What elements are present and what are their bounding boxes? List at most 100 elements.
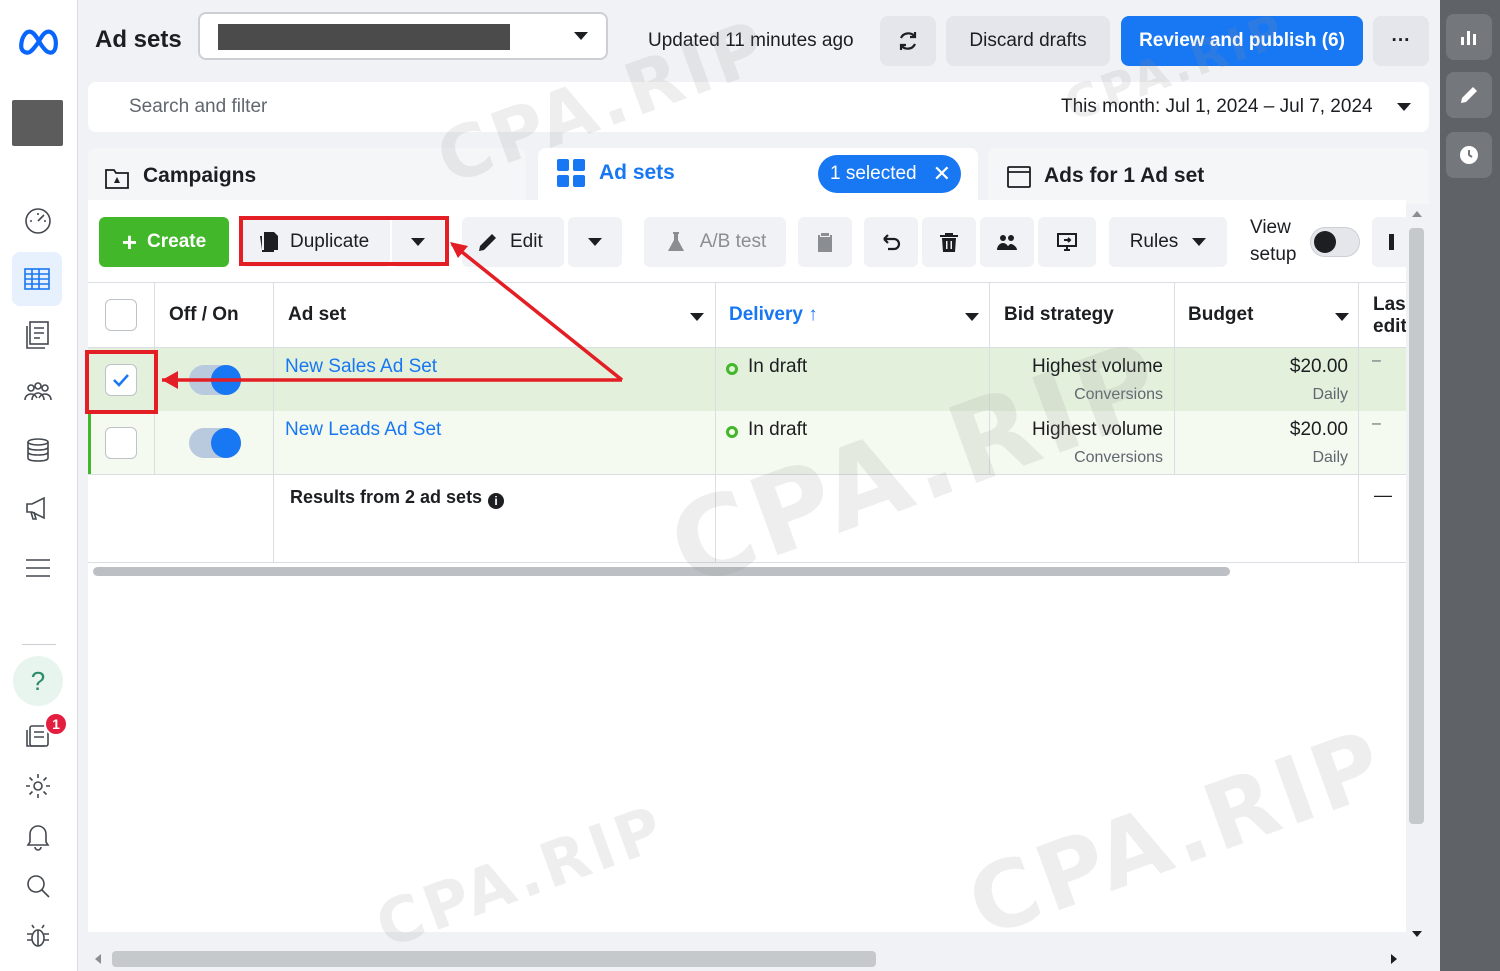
scroll-right-arrow-icon[interactable] [1391,954,1397,964]
account-avatar[interactable] [12,100,63,146]
create-button[interactable]: + Create [99,217,229,267]
edit-pencil-icon[interactable] [1446,72,1492,118]
tab-ads[interactable]: Ads for 1 Ad set [988,148,1429,204]
selected-count-text: 1 selected [830,163,917,184]
nav-divider [22,644,56,645]
status-dot-icon [726,426,738,438]
refresh-button[interactable] [880,16,936,66]
ab-test-button[interactable]: A/B test [644,217,786,267]
page-title: Ad sets [95,26,182,53]
audiences-icon[interactable] [16,370,60,414]
rules-label: Rules [1129,231,1179,252]
last-edit-value: – [1372,415,1381,432]
table-header: Off / On Ad set Delivery ↑ Bid strategy … [88,282,1406,348]
preview-export-button[interactable] [1038,217,1096,267]
tab-campaigns[interactable]: Campaigns [88,148,526,204]
search-and-filter-bar[interactable]: Search and filter This month: Jul 1, 202… [88,82,1429,132]
notification-badge: 1 [44,712,68,736]
results-summary: Results from 2 ad sets i [290,487,505,509]
clear-selection-close-icon[interactable]: ✕ [933,161,951,187]
delete-button[interactable] [922,217,976,267]
overflow-bar-icon [1389,234,1394,250]
charts-icon[interactable] [1446,14,1492,60]
undo-icon [883,234,901,251]
info-icon[interactable]: i [488,493,505,509]
chevron-down-icon[interactable] [1335,313,1349,321]
column-off-on[interactable]: Off / On [169,304,239,326]
status-dot-icon [726,363,738,375]
scroll-left-arrow-icon[interactable] [95,954,101,964]
column-budget[interactable]: Budget [1188,304,1253,326]
date-range-picker[interactable]: This month: Jul 1, 2024 – Jul 7, 2024 [1061,96,1373,118]
discard-drafts-button[interactable]: Discard drafts [946,16,1110,66]
bug-report-icon[interactable] [16,914,60,958]
search-input[interactable]: Search and filter [129,96,267,118]
select-all-checkbox[interactable] [105,299,137,331]
rules-dropdown-button[interactable]: Rules [1109,217,1227,267]
table-row[interactable]: New Leads Ad Set In draft Highest volume… [88,411,1406,474]
delivery-status: In draft [748,419,808,440]
dashboard-gauge-icon[interactable] [16,198,60,242]
column-bid-strategy[interactable]: Bid strategy [1004,304,1114,326]
table-row[interactable]: New Sales Ad Set In draft Highest volume… [88,348,1406,411]
selected-count-pill[interactable]: 1 selected ✕ [818,155,961,193]
column-last-edit-line2: edit [1373,316,1406,337]
column-ad-set[interactable]: Ad set [288,304,346,326]
view-setup-label-line2: setup [1250,244,1297,265]
row-checkbox[interactable] [105,427,137,459]
tab-ad-sets[interactable]: Ad sets 1 selected ✕ [538,148,978,204]
folder-icon [105,169,129,189]
chevron-down-icon [588,238,602,246]
ad-sets-panel: + Create Duplicate Edit A/B test Rules V… [88,200,1406,932]
settings-gear-icon[interactable] [16,764,60,808]
more-options-button[interactable]: ··· [1373,16,1429,66]
notifications-bell-icon[interactable] [16,814,60,858]
audience-button[interactable] [980,217,1034,267]
ad-set-name-link[interactable]: New Sales Ad Set [285,356,437,378]
monitor-share-icon [1057,233,1077,251]
budget-value[interactable]: $20.00 [1290,356,1348,378]
budget-value[interactable]: $20.00 [1290,419,1348,441]
ad-set-name-link[interactable]: New Leads Ad Set [285,419,441,441]
help-button[interactable]: ? [13,656,63,706]
ad-set-on-toggle[interactable] [189,428,241,458]
campaign-megaphone-icon[interactable] [16,486,60,530]
overflow-toolbar-button[interactable] [1372,217,1406,267]
column-last-edit[interactable]: Last edit [1373,294,1406,338]
view-setup-label: View setup [1250,214,1296,268]
meta-logo-icon[interactable] [16,18,60,62]
column-delivery[interactable]: Delivery ↑ [729,304,818,326]
campaign-selector-dropdown[interactable] [198,12,608,60]
billing-stack-icon[interactable] [16,428,60,472]
ad-set-on-toggle[interactable] [189,365,241,395]
all-tools-menu-icon[interactable] [16,546,60,590]
ads-manager-table-icon[interactable] [12,252,62,306]
chevron-down-icon[interactable] [690,313,704,321]
bottom-scrollbar-thumb[interactable] [112,951,876,967]
review-and-publish-button[interactable]: Review and publish (6) [1121,16,1363,66]
view-setup-toggle[interactable] [1310,227,1360,257]
chevron-down-icon[interactable] [965,313,979,321]
clipboard-button[interactable] [798,217,852,267]
clipboard-icon [818,233,832,252]
view-setup-label-line1: View [1250,217,1291,238]
history-clock-icon[interactable] [1446,132,1492,178]
bid-strategy-sub: Conversions [1074,386,1163,403]
edit-dropdown-button[interactable] [568,217,622,267]
undo-button[interactable] [864,217,918,267]
scroll-up-arrow-icon[interactable] [1412,211,1422,217]
reports-icon[interactable] [16,312,60,356]
tab-ad-sets-label: Ad sets [599,161,675,184]
vertical-scrollbar-thumb[interactable] [1409,228,1424,824]
table-horizontal-scrollbar[interactable] [93,567,1230,576]
tab-campaigns-label: Campaigns [143,164,257,187]
search-icon[interactable] [16,864,60,908]
scroll-down-arrow-icon[interactable] [1412,931,1422,937]
chevron-down-icon [1397,103,1411,111]
column-divider [1358,282,1359,562]
pencil-icon [479,234,496,251]
ab-test-label: A/B test [699,231,767,252]
edit-button[interactable]: Edit [462,217,564,267]
plus-icon: + [121,227,138,257]
row-divider [88,474,1406,475]
